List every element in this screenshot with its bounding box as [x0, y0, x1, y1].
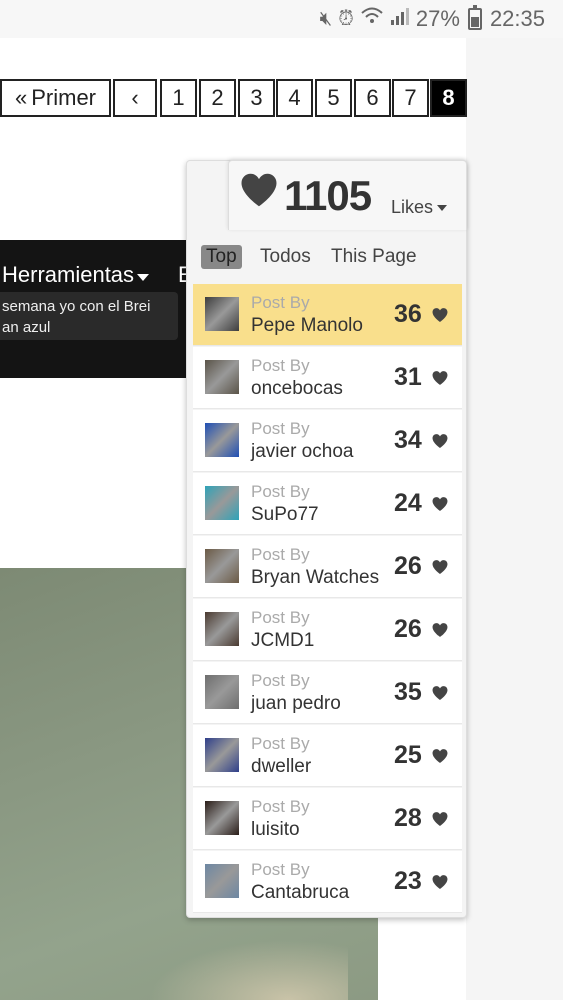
- heart-icon: [432, 623, 448, 637]
- caret-down-icon[interactable]: [437, 205, 447, 211]
- list-item[interactable]: Post By SuPo77 24: [193, 473, 462, 535]
- prev-page-button[interactable]: ‹: [113, 79, 157, 117]
- first-page-label: Primer: [31, 85, 97, 110]
- avatar[interactable]: [205, 612, 239, 646]
- first-page-button[interactable]: « Primer: [0, 79, 111, 117]
- like-count: 25: [394, 741, 422, 769]
- post-by-label: Post By: [251, 356, 310, 375]
- heart-icon: [432, 812, 448, 826]
- like-count: 36: [394, 300, 422, 328]
- page-2-button[interactable]: 2: [199, 79, 236, 117]
- avatar[interactable]: [205, 297, 239, 331]
- chevron-left-icon: ‹: [131, 85, 139, 110]
- tools-menu-label: Herramientas: [2, 262, 135, 287]
- list-item[interactable]: Post By oncebocas 31: [193, 347, 462, 409]
- heart-icon: [432, 371, 448, 385]
- post-by-label: Post By: [251, 482, 310, 501]
- like-count: 26: [394, 615, 422, 643]
- author-name[interactable]: SuPo77: [251, 504, 319, 526]
- content-area-lower: [378, 910, 466, 1000]
- list-item[interactable]: Post By javier ochoa 34: [193, 410, 462, 472]
- caret-down-icon: [137, 274, 150, 281]
- battery-icon: [467, 5, 482, 30]
- heart-icon: [432, 434, 448, 448]
- like-count: 26: [394, 552, 422, 580]
- like-count: 35: [394, 678, 422, 706]
- likes-label[interactable]: Likes: [391, 197, 433, 218]
- list-item[interactable]: Post By Bryan Watches 26: [193, 536, 462, 598]
- avatar[interactable]: [205, 864, 239, 898]
- list-item[interactable]: Post By juan pedro 35: [193, 662, 462, 724]
- post-preview-tooltip: semana yo con el Brei an azul: [0, 292, 178, 340]
- double-chevron-left-icon: «: [14, 85, 28, 110]
- author-name[interactable]: Pepe Manolo: [251, 315, 363, 337]
- post-by-label: Post By: [251, 671, 310, 690]
- heart-icon: [432, 308, 448, 322]
- author-name[interactable]: javier ochoa: [251, 441, 353, 463]
- page-1-button[interactable]: 1: [160, 79, 197, 117]
- post-by-label: Post By: [251, 734, 310, 753]
- signal-icon: [390, 6, 410, 32]
- list-item[interactable]: Post By dweller 25: [193, 725, 462, 787]
- author-name[interactable]: juan pedro: [251, 693, 341, 715]
- heart-icon: [241, 173, 277, 207]
- avatar[interactable]: [205, 675, 239, 709]
- author-name[interactable]: dweller: [251, 756, 311, 778]
- post-by-label: Post By: [251, 860, 310, 879]
- like-count: 34: [394, 426, 422, 454]
- author-name[interactable]: JCMD1: [251, 630, 314, 652]
- avatar[interactable]: [205, 549, 239, 583]
- status-bar: 🔇︎ ⏰︎ 27% 22:35: [0, 0, 563, 38]
- clock-time: 22:35: [489, 6, 545, 31]
- avatar[interactable]: [205, 801, 239, 835]
- page-7-button[interactable]: 7: [392, 79, 429, 117]
- post-by-label: Post By: [251, 545, 310, 564]
- tooltip-line-2: an azul: [2, 319, 51, 336]
- tab-top[interactable]: Top: [201, 245, 242, 269]
- heart-icon: [432, 749, 448, 763]
- heart-icon: [432, 875, 448, 889]
- author-name[interactable]: luisito: [251, 819, 300, 841]
- avatar[interactable]: [205, 738, 239, 772]
- heart-icon: [432, 686, 448, 700]
- list-item[interactable]: Post By Pepe Manolo 36: [193, 284, 462, 346]
- author-name[interactable]: oncebocas: [251, 378, 343, 400]
- page-6-button[interactable]: 6: [354, 79, 391, 117]
- list-item[interactable]: Post By Cantabruca 23: [193, 851, 462, 913]
- list-item[interactable]: Post By luisito 28: [193, 788, 462, 850]
- post-by-label: Post By: [251, 293, 310, 312]
- avatar[interactable]: [205, 423, 239, 457]
- battery-percent: 27%: [415, 6, 460, 31]
- photo-detail: [148, 940, 348, 1000]
- mute-icon: 🔇︎: [319, 8, 333, 30]
- post-by-label: Post By: [251, 608, 310, 627]
- heart-icon: [432, 497, 448, 511]
- heart-icon: [432, 560, 448, 574]
- tab-todos[interactable]: Todos: [255, 245, 316, 269]
- post-by-label: Post By: [251, 419, 310, 438]
- wifi-icon: [360, 6, 384, 32]
- forum-nav-bar: Herramientas E semana yo con el Brei an …: [0, 240, 193, 378]
- tools-menu[interactable]: Herramientas: [2, 262, 150, 288]
- page-8-button[interactable]: 8: [430, 79, 467, 117]
- like-count: 31: [394, 363, 422, 391]
- likes-count: 1105: [284, 172, 372, 219]
- list-item[interactable]: Post By JCMD1 26: [193, 599, 462, 661]
- post-by-label: Post By: [251, 797, 310, 816]
- page-3-button[interactable]: 3: [238, 79, 275, 117]
- author-name[interactable]: Cantabruca: [251, 882, 349, 904]
- author-name[interactable]: Bryan Watches: [251, 567, 379, 589]
- page-5-button[interactable]: 5: [315, 79, 352, 117]
- avatar[interactable]: [205, 486, 239, 520]
- like-count: 23: [394, 867, 422, 895]
- tab-this-page[interactable]: This Page: [326, 245, 422, 269]
- page-4-button[interactable]: 4: [276, 79, 313, 117]
- avatar[interactable]: [205, 360, 239, 394]
- alarm-icon: ⏰︎: [338, 8, 354, 30]
- like-count: 28: [394, 804, 422, 832]
- tooltip-line-1: semana yo con el Brei: [2, 298, 151, 315]
- like-count: 24: [394, 489, 422, 517]
